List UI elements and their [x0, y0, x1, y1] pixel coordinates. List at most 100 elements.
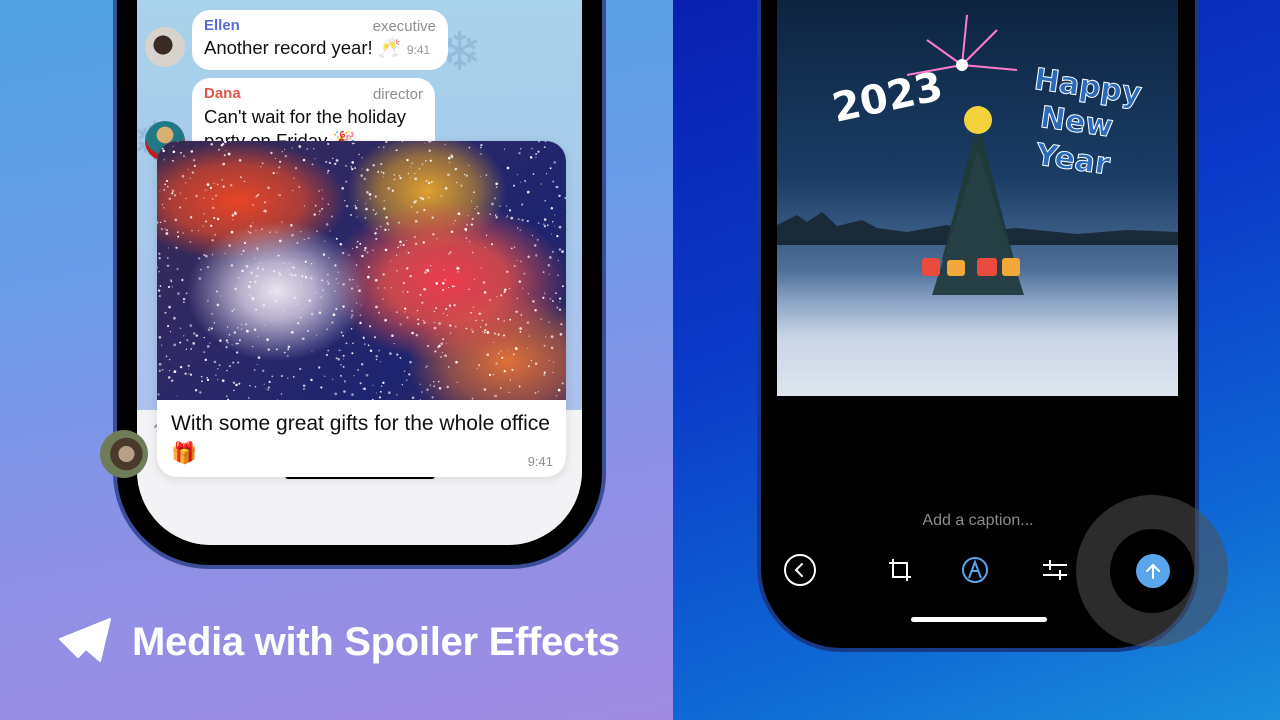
spoiler-particle [168, 370, 171, 372]
spoiler-particle [484, 329, 487, 332]
spoiler-particle [393, 174, 396, 176]
spoiler-media-message[interactable]: With some great gifts for the whole offi… [157, 141, 566, 477]
spoiler-particle [351, 309, 353, 312]
crop-button[interactable] [882, 552, 918, 588]
spoiler-particle [508, 391, 510, 393]
spoiler-particle [503, 320, 505, 322]
send-button[interactable] [1136, 554, 1170, 588]
spoiler-particle [471, 217, 474, 221]
spoiler-particle [357, 199, 359, 201]
spoiler-particle [257, 275, 259, 277]
spoiler-particle [203, 213, 205, 215]
spoiler-particle [424, 142, 426, 144]
spoiler-particle [254, 257, 256, 259]
spoiler-media[interactable] [157, 141, 566, 400]
spoiler-particle [543, 371, 546, 374]
spoiler-particle [279, 194, 281, 197]
spoiler-particle [384, 318, 387, 322]
headline: Media with Spoiler Effects [58, 617, 620, 668]
spoiler-particle [414, 172, 416, 174]
spoiler-particle [506, 215, 509, 217]
spoiler-particle [396, 270, 398, 272]
spoiler-particle [179, 365, 183, 369]
spoiler-particle [476, 367, 478, 370]
spoiler-particle [526, 220, 529, 223]
spoiler-particle [564, 197, 566, 199]
spoiler-particle [327, 169, 330, 172]
spoiler-particle [488, 373, 492, 377]
spoiler-particle [478, 364, 480, 366]
spoiler-particle [534, 309, 537, 312]
spoiler-particle [543, 146, 546, 148]
spoiler-particle [486, 353, 490, 357]
spoiler-particle [433, 381, 435, 383]
avatar-sender[interactable] [100, 430, 148, 478]
spoiler-particle [173, 343, 177, 347]
spoiler-particle [500, 350, 502, 352]
spoiler-particle [160, 344, 163, 346]
spoiler-particle [351, 352, 354, 355]
spoiler-particle [480, 267, 482, 269]
spoiler-particle [216, 217, 220, 221]
photo-preview[interactable]: 2023 Happy New Year [777, 0, 1178, 396]
spoiler-particle [206, 266, 210, 269]
spoiler-particle [537, 222, 540, 224]
spoiler-particle [331, 321, 334, 324]
spoiler-particle [327, 203, 330, 206]
spoiler-particle [223, 154, 226, 157]
draw-button[interactable] [957, 552, 993, 588]
spoiler-particle [325, 160, 328, 163]
spoiler-particle [548, 321, 550, 323]
spoiler-particle [342, 365, 345, 368]
adjust-button[interactable] [1037, 552, 1073, 588]
spoiler-particle [222, 162, 226, 166]
spoiler-particle [304, 260, 307, 263]
spoiler-particle [425, 179, 428, 183]
spoiler-particle [202, 225, 204, 227]
spoiler-particle [433, 310, 435, 313]
spoiler-particle [558, 248, 562, 251]
spoiler-particle [287, 348, 290, 351]
spoiler-particle [342, 354, 345, 357]
spoiler-particle [287, 377, 289, 379]
spoiler-particle [440, 195, 443, 197]
spoiler-particle [442, 312, 445, 315]
spoiler-particle [233, 389, 235, 392]
spoiler-particle [441, 288, 445, 292]
spoiler-particle [406, 379, 408, 381]
spoiler-particle [517, 218, 520, 221]
avatar-ellen[interactable] [145, 27, 185, 67]
spoiler-particle [243, 241, 247, 245]
sliders-icon [1043, 560, 1067, 580]
spoiler-particle [307, 330, 309, 332]
spoiler-particle [159, 285, 162, 287]
spoiler-particle [277, 254, 280, 257]
spoiler-particle [511, 368, 514, 372]
spoiler-particle [218, 148, 220, 151]
spoiler-particle [500, 294, 503, 297]
spoiler-particle [249, 384, 251, 387]
spoiler-particle [247, 285, 251, 288]
spoiler-particle [492, 374, 494, 376]
spoiler-particle [318, 190, 321, 192]
spoiler-particle [519, 229, 522, 231]
spoiler-particle [406, 290, 409, 293]
message-bubble[interactable]: Ellen executive Another record year! 🥂 9:… [192, 10, 448, 70]
spoiler-particle [189, 241, 192, 243]
spoiler-particle [237, 327, 239, 329]
back-button[interactable] [782, 552, 818, 588]
spoiler-particle [555, 185, 559, 189]
spoiler-particle [231, 344, 233, 346]
spoiler-particle [457, 212, 461, 216]
spoiler-particle [157, 289, 161, 292]
spoiler-particle [508, 287, 511, 290]
spoiler-particle [225, 346, 228, 349]
spoiler-particle [157, 266, 159, 269]
spoiler-particle [351, 314, 354, 317]
spoiler-particle [314, 204, 317, 207]
spoiler-particle [359, 314, 362, 316]
spoiler-particle [530, 359, 533, 362]
spoiler-particle [485, 174, 488, 176]
spoiler-particle [449, 324, 452, 327]
spoiler-particle [465, 327, 468, 330]
